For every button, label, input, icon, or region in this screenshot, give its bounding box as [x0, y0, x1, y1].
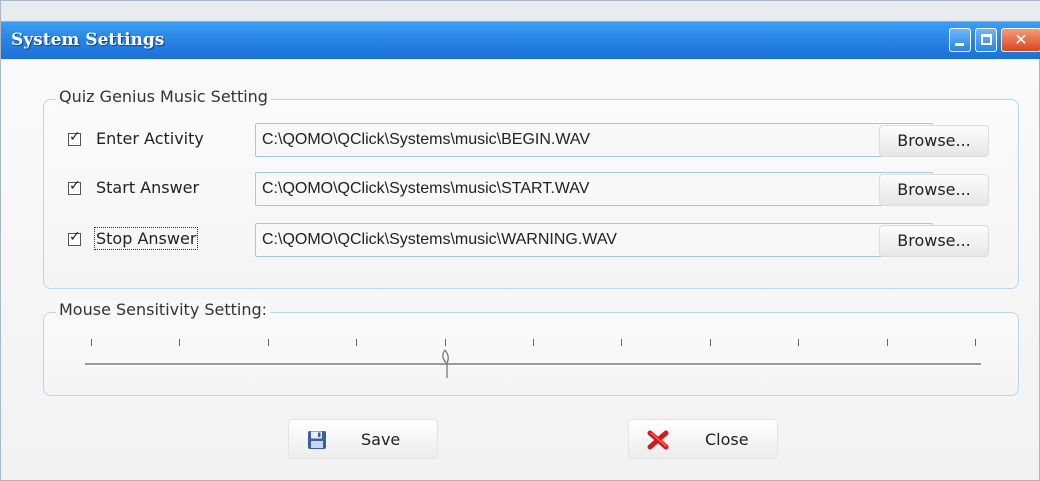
slider-tick — [356, 339, 358, 346]
enter-activity-path-field[interactable]: C:\QOMO\QClick\Systems\music\BEGIN.WAV — [255, 123, 933, 157]
save-button[interactable]: Save — [288, 419, 438, 459]
close-icon: ✕ — [1014, 30, 1028, 49]
start-answer-path-field[interactable]: C:\QOMO\QClick\Systems\music\START.WAV — [255, 172, 933, 206]
slider-tick — [621, 339, 623, 346]
minimize-icon — [955, 43, 964, 46]
enter-activity-checkbox[interactable]: ✓ — [68, 129, 81, 146]
close-label: Close — [705, 430, 749, 449]
slider-tick — [798, 339, 800, 346]
stop-answer-checkbox[interactable]: ✓ — [68, 229, 81, 246]
slider-track[interactable] — [85, 363, 981, 366]
slider-tick — [179, 339, 181, 346]
music-row-enter-activity: ✓ Enter Activity C:\QOMO\QClick\Systems\… — [67, 123, 997, 157]
window-title: System Settings — [11, 30, 165, 50]
floppy-disk-icon — [307, 430, 327, 450]
close-button[interactable]: Close — [628, 419, 778, 459]
checkmark-icon: ✓ — [69, 178, 81, 194]
slider-tick — [975, 339, 976, 346]
checkmark-icon: ✓ — [69, 129, 81, 145]
slider-tick — [91, 339, 92, 346]
slider-tick — [886, 339, 888, 346]
maximize-icon — [981, 34, 992, 45]
start-answer-label[interactable]: Start Answer — [96, 178, 199, 197]
slider-tick — [267, 339, 269, 346]
close-window-button[interactable]: ✕ — [1001, 28, 1040, 52]
slider-thumb[interactable] — [438, 349, 452, 379]
red-x-icon — [647, 430, 669, 450]
slider-tick — [709, 339, 711, 346]
minimize-button[interactable] — [949, 28, 971, 52]
maximize-button[interactable] — [975, 28, 997, 52]
slider-tick — [444, 339, 446, 346]
mouse-group-label: Mouse Sensitivity Setting: — [56, 300, 271, 319]
slider-tick — [533, 339, 534, 346]
music-row-start-answer: ✓ Start Answer C:\QOMO\QClick\Systems\mu… — [67, 172, 997, 206]
start-answer-checkbox[interactable]: ✓ — [68, 178, 81, 195]
music-group-label: Quiz Genius Music Setting — [56, 87, 271, 106]
music-row-stop-answer: ✓ Stop Answer C:\QOMO\QClick\Systems\mus… — [67, 223, 997, 257]
save-label: Save — [361, 430, 401, 449]
enter-activity-browse-button[interactable]: Browse... — [879, 125, 989, 157]
enter-activity-label[interactable]: Enter Activity — [96, 129, 204, 148]
system-settings-window: System Settings ✕ Quiz Genius Music Sett… — [0, 0, 1040, 481]
stop-answer-browse-button[interactable]: Browse... — [879, 225, 989, 257]
mouse-sensitivity-slider[interactable] — [85, 339, 981, 379]
stop-answer-label[interactable]: Stop Answer — [93, 227, 199, 250]
window-top-strip — [1, 1, 1040, 21]
stop-answer-path-field[interactable]: C:\QOMO\QClick\Systems\music\WARNING.WAV — [255, 223, 933, 257]
title-bar[interactable]: System Settings ✕ — [1, 21, 1040, 59]
start-answer-browse-button[interactable]: Browse... — [879, 174, 989, 206]
checkmark-icon: ✓ — [69, 229, 81, 245]
